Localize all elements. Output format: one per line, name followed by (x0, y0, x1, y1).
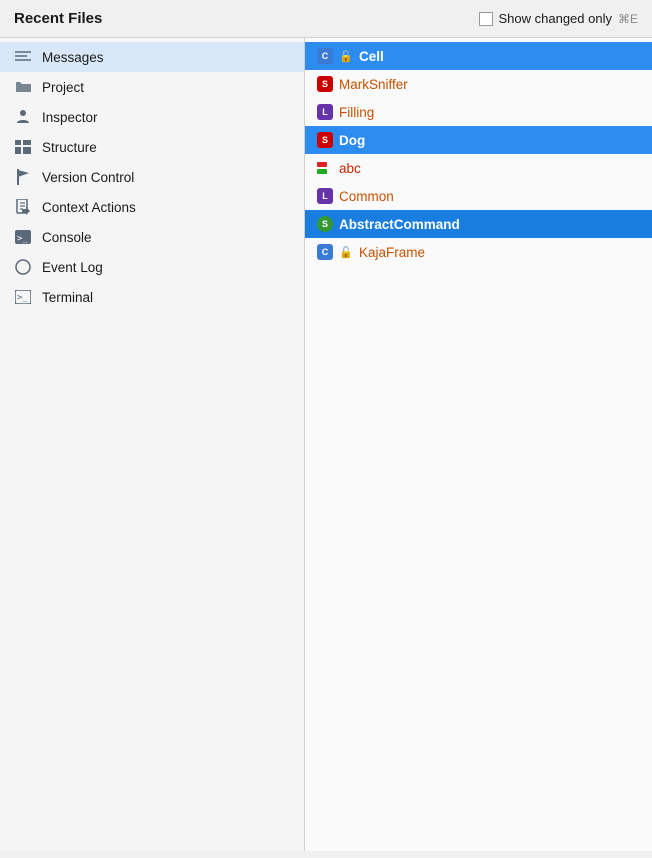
unlock-icon-cell: 🔓 (339, 49, 353, 63)
sidebar-item-label-messages: Messages (42, 50, 104, 65)
svg-text:>_: >_ (17, 293, 28, 303)
badge-l-filling: L (317, 104, 333, 120)
file-item-abc[interactable]: abc (305, 154, 652, 182)
main-content: Messages Project Inspector (0, 38, 652, 851)
file-name-common: Common (339, 189, 394, 204)
page-title: Recent Files (14, 10, 102, 27)
structure-icon (14, 138, 32, 156)
header: Recent Files Show changed only ⌘E (0, 0, 652, 38)
sidebar-item-label-context-actions: Context Actions (42, 200, 136, 215)
file-item-cell[interactable]: C 🔓 Cell (305, 42, 652, 70)
sidebar-item-label-event-log: Event Log (42, 260, 103, 275)
file-name-abstractcommand: AbstractCommand (339, 217, 460, 232)
badge-c-kajaframe: C (317, 244, 333, 260)
sidebar-item-structure[interactable]: Structure (0, 132, 304, 162)
sidebar-item-messages[interactable]: Messages (0, 42, 304, 72)
file-name-abc: abc (339, 161, 361, 176)
terminal-icon: >_ (14, 228, 32, 246)
show-changed-shortcut: ⌘E (618, 12, 638, 26)
lines-icon (14, 48, 32, 66)
show-changed-checkbox[interactable] (479, 12, 493, 26)
sidebar-item-label-structure: Structure (42, 140, 97, 155)
person-icon (14, 108, 32, 126)
flag-icon (14, 168, 32, 186)
terminal2-icon: >_ (14, 288, 32, 306)
sidebar-item-label-version-control: Version Control (42, 170, 134, 185)
sidebar-item-console[interactable]: >_ Console (0, 222, 304, 252)
file-name-dog: Dog (339, 133, 365, 148)
show-changed-label: Show changed only (499, 11, 612, 26)
file-name-cell: Cell (359, 49, 384, 64)
show-changed-container: Show changed only ⌘E (479, 11, 639, 26)
sidebar-item-label-terminal: Terminal (42, 290, 93, 305)
unlock-icon-kajaframe: 🔓 (339, 245, 353, 259)
app-container: Recent Files Show changed only ⌘E Messag… (0, 0, 652, 851)
sidebar-item-version-control[interactable]: Version Control (0, 162, 304, 192)
file-item-abstractcommand[interactable]: S AbstractCommand (305, 210, 652, 238)
sidebar-item-event-log[interactable]: Event Log (0, 252, 304, 282)
sidebar: Messages Project Inspector (0, 38, 305, 851)
circle-icon (14, 258, 32, 276)
badge-s-dog: S (317, 132, 333, 148)
badge-s-abstractcommand: S (317, 216, 333, 232)
sidebar-item-terminal[interactable]: >_ Terminal (0, 282, 304, 312)
file-name-kajaframe: KajaFrame (359, 245, 425, 260)
file-item-kajaframe[interactable]: C 🔓 KajaFrame (305, 238, 652, 266)
file-item-filling[interactable]: L Filling (305, 98, 652, 126)
doc-icon (14, 198, 32, 216)
svg-text:>_: >_ (17, 234, 28, 244)
sidebar-item-label-inspector: Inspector (42, 110, 98, 125)
sidebar-item-inspector[interactable]: Inspector (0, 102, 304, 132)
traffic-light-icon (317, 160, 333, 176)
file-name-marksniffer: MarkSniffer (339, 77, 408, 92)
file-item-dog[interactable]: S Dog (305, 126, 652, 154)
badge-s-marksniffer: S (317, 76, 333, 92)
badge-c-cell: C (317, 48, 333, 64)
sidebar-item-label-console: Console (42, 230, 92, 245)
file-name-filling: Filling (339, 105, 374, 120)
badge-l-common: L (317, 188, 333, 204)
sidebar-item-label-project: Project (42, 80, 84, 95)
sidebar-item-context-actions[interactable]: Context Actions (0, 192, 304, 222)
folder-icon (14, 78, 32, 96)
sidebar-item-project[interactable]: Project (0, 72, 304, 102)
file-list: C 🔓 Cell S MarkSniffer L Filling S Dog (305, 38, 652, 851)
file-item-common[interactable]: L Common (305, 182, 652, 210)
file-item-marksniffer[interactable]: S MarkSniffer (305, 70, 652, 98)
